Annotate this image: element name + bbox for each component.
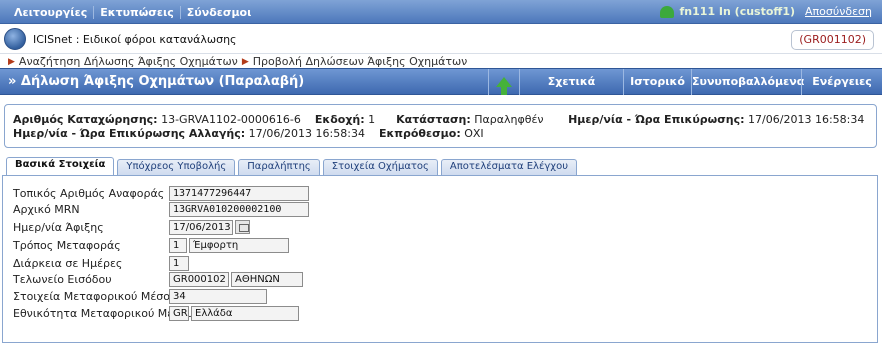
mrn-field[interactable]: 13GRVA010200002100 bbox=[169, 202, 309, 217]
user-area: fn111 In (custoff1) Αποσύνδεση bbox=[659, 5, 872, 18]
breadcrumb: ▶ Αναζήτηση Δήλωσης Άφιξης Οχημάτων ▶ Πρ… bbox=[8, 55, 467, 68]
related-messages-button[interactable]: Σχετικά Μηνύματα bbox=[519, 69, 623, 114]
customs-office-code-field[interactable]: GR000102 bbox=[169, 272, 229, 287]
tab-panel-basic-info: Τοπικός Αριθμός Αναφοράς 1371477296447 Α… bbox=[2, 175, 878, 343]
confirm-dt-label: Ημερ/νία - Ώρα Επικύρωσης: bbox=[568, 113, 745, 126]
tab-strip: Βασικά Στοιχεία Υπόχρεος Υποβολής Παραλή… bbox=[6, 157, 577, 175]
version-value: 1 bbox=[368, 113, 376, 126]
declaration-summary: Αριθμός Καταχώρησης: 13-GRVA1102-0000616… bbox=[4, 104, 877, 148]
duration-field[interactable]: 1 bbox=[169, 256, 189, 271]
duration-label: Διάρκεια σε Ημέρες bbox=[13, 257, 123, 270]
local-ref-label: Τοπικός Αριθμός Αναφοράς bbox=[13, 187, 165, 200]
menu-functions[interactable]: Λειτουργίες bbox=[14, 6, 95, 19]
mrn-label: Αρχικό MRN bbox=[13, 203, 80, 216]
app-logo-icon bbox=[4, 28, 26, 50]
tab-basic-info[interactable]: Βασικά Στοιχεία bbox=[6, 157, 115, 175]
transport-mode-code-field[interactable]: 1 bbox=[169, 238, 187, 253]
overdue-label: Εκπρόθεσμο: bbox=[378, 127, 461, 140]
page-title-bar: » Δήλωση Άφιξης Οχημάτων (Παραλαβή) Σχετ… bbox=[0, 68, 882, 114]
overdue-value: ΟΧΙ bbox=[464, 127, 484, 140]
calendar-icon[interactable] bbox=[235, 220, 250, 234]
reg-no-label: Αριθμός Καταχώρησης: bbox=[13, 113, 158, 126]
page-title: » Δήλωση Άφιξης Οχημάτων (Παραλαβή) bbox=[8, 74, 305, 89]
app-header: ICISnet : Ειδικοί φόροι κατανάλωσης (GR0… bbox=[0, 25, 882, 54]
breadcrumb-item-view[interactable]: Προβολή Δηλώσεων Άφιξης Οχημάτων bbox=[253, 55, 468, 68]
up-arrow-icon bbox=[495, 77, 512, 95]
confirm-dt-value: 17/06/2013 16:58:34 bbox=[748, 113, 865, 126]
tab-submitter[interactable]: Υπόχρεος Υποβολής bbox=[117, 159, 236, 175]
history-button[interactable]: Ιστορικό bbox=[623, 69, 691, 95]
menu-prints[interactable]: Εκτυπώσεις bbox=[100, 6, 181, 19]
customs-office-label: Τελωνείο Εισόδου bbox=[13, 273, 112, 286]
go-up-button[interactable] bbox=[488, 69, 518, 95]
top-menu-bar: Λειτουργίες Εκτυπώσεις Σύνδεσμοι fn111 I… bbox=[0, 0, 882, 24]
tab-vehicle-info[interactable]: Στοιχεία Οχήματος bbox=[322, 159, 438, 175]
arrival-date-field[interactable]: 17/06/2013 bbox=[169, 220, 233, 235]
breadcrumb-arrow-icon: ▶ bbox=[8, 56, 15, 67]
logout-link[interactable]: Αποσύνδεση bbox=[805, 5, 872, 18]
nationality-name-field: Ελλάδα bbox=[191, 306, 299, 321]
breadcrumb-arrow-icon: ▶ bbox=[241, 56, 249, 67]
menu-links[interactable]: Σύνδεσμοι bbox=[187, 6, 258, 19]
transport-means-label: Στοιχεία Μεταφορικού Μέσου bbox=[13, 290, 177, 303]
summary-line-2: Ημερ/νία - Ώρα Επικύρωσης Αλλαγής: 17/06… bbox=[13, 127, 868, 141]
customs-office-name-field: ΑΘΗΝΩΝ bbox=[231, 272, 303, 287]
change-dt-label: Ημερ/νία - Ώρα Επικύρωσης Αλλαγής: bbox=[13, 127, 246, 140]
local-ref-field[interactable]: 1371477296447 bbox=[169, 186, 309, 201]
transport-mode-desc-field: Έμφορτη bbox=[189, 238, 289, 253]
tab-control-results[interactable]: Αποτελέσματα Ελέγχου bbox=[440, 159, 577, 175]
status-label: Κατάσταση: bbox=[396, 113, 471, 126]
breadcrumb-item-search[interactable]: Αναζήτηση Δήλωσης Άφιξης Οχημάτων bbox=[19, 55, 238, 68]
transport-mode-label: Τρόπος Μεταφοράς bbox=[13, 239, 121, 252]
tab-consignee[interactable]: Παραλήπτης bbox=[238, 159, 320, 175]
nationality-label: Εθνικότητα Μεταφορικού Μέσου bbox=[13, 307, 194, 320]
user-icon bbox=[659, 5, 674, 18]
reg-no-value: 13-GRVA1102-0000616-6 bbox=[161, 113, 301, 126]
change-dt-value: 17/06/2013 16:58:34 bbox=[248, 127, 365, 140]
transport-means-field[interactable]: 34 bbox=[169, 289, 267, 304]
nationality-code-field[interactable]: GR bbox=[169, 306, 189, 321]
status-value: Παραληφθέν bbox=[474, 113, 544, 126]
office-code-badge: (GR001102) bbox=[791, 30, 874, 50]
user-name: fn111 In (custoff1) bbox=[679, 5, 796, 18]
version-label: Εκδοχή: bbox=[314, 113, 365, 126]
app-title: ICISnet : Ειδικοί φόροι κατανάλωσης bbox=[33, 33, 237, 46]
arrival-date-label: Ημερ/νία Άφιξης bbox=[13, 221, 104, 234]
summary-line-1: Αριθμός Καταχώρησης: 13-GRVA1102-0000616… bbox=[13, 113, 868, 127]
actions-button[interactable]: Ενέργειες bbox=[801, 69, 882, 95]
attachments-button[interactable]: Συνυποβαλλόμενα bbox=[691, 69, 804, 95]
main-menu: Λειτουργίες Εκτυπώσεις Σύνδεσμοι bbox=[14, 6, 263, 19]
